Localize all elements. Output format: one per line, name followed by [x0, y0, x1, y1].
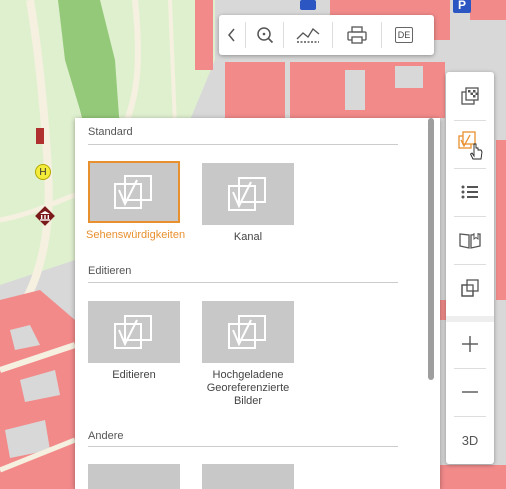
parking-marker-2[interactable] [300, 0, 316, 10]
language-button[interactable]: DE [382, 15, 426, 55]
basemap-panel: Standard Sehenswürdigkeiten Kanal Editie… [75, 118, 440, 489]
basemap-tile-sehenswuerdigkeiten[interactable]: Sehenswürdigkeiten [86, 161, 186, 242]
basemap-check-icon [114, 175, 152, 209]
basemap-tile-label: Hochgeladene Georeferenzierte Bilder [206, 369, 290, 407]
museum-icon [35, 206, 55, 226]
zoom-to-button[interactable] [246, 15, 283, 55]
helipad-marker[interactable]: H [35, 164, 51, 180]
minus-icon [462, 391, 478, 393]
basemap-tile-editieren[interactable]: Editieren [86, 301, 182, 382]
manual-button[interactable] [446, 218, 494, 262]
book-icon [459, 233, 481, 249]
toolbar-divider [454, 264, 486, 265]
basemap-tile-partial[interactable] [202, 464, 294, 489]
right-toolbar: 3D [446, 72, 494, 464]
toolbar-divider [454, 120, 486, 121]
section-title-andere: Andere [88, 430, 124, 442]
basemap-tile-georeferenzierte-bilder[interactable]: Hochgeladene Georeferenzierte Bilder [200, 301, 296, 408]
section-divider [88, 446, 398, 447]
section-title-standard: Standard [88, 126, 133, 138]
profile-chart-icon [296, 28, 320, 43]
language-badge: DE [394, 27, 414, 43]
top-toolbar: DE [219, 15, 434, 55]
panel-scrollbar[interactable] [428, 118, 434, 380]
compare-button[interactable] [446, 266, 494, 310]
section-divider [88, 282, 398, 283]
section-title-editieren: Editieren [88, 265, 132, 277]
basemap-thumbnail [202, 301, 294, 363]
basemap-thumbnail [88, 161, 180, 223]
basemap-tile-partial[interactable] [88, 464, 180, 489]
layers-checker-icon [461, 87, 479, 105]
basemap-thumbnail [202, 163, 294, 225]
zoom-out-button[interactable] [446, 370, 494, 414]
zoom-icon [256, 27, 273, 44]
toolbar-divider [454, 368, 486, 369]
basemap-tile-label: Editieren [112, 369, 156, 381]
toolbar-divider [454, 168, 486, 169]
legend-button[interactable] [446, 170, 494, 214]
list-icon [461, 185, 478, 199]
basemap-button[interactable] [446, 122, 494, 166]
elevation-profile-button[interactable] [284, 15, 332, 55]
basemap-check-icon [228, 177, 266, 211]
plus-icon [462, 336, 478, 352]
chevron-left-icon [228, 28, 235, 42]
toolbar-divider [454, 216, 486, 217]
print-button[interactable] [333, 15, 381, 55]
overlays-button[interactable] [446, 74, 494, 118]
basemap-check-icon [458, 131, 483, 160]
parking-marker[interactable]: P [453, 0, 471, 13]
toolbar-divider [454, 416, 486, 417]
museum-marker[interactable] [34, 205, 56, 227]
basemap-check-icon [228, 315, 266, 349]
basemap-tile-label: Sehenswürdigkeiten [86, 229, 186, 241]
parking-label: P [457, 0, 466, 12]
helipad-label: H [39, 166, 47, 178]
basemap-thumbnail [88, 301, 180, 363]
stacked-windows-icon [461, 279, 479, 297]
basemap-check-icon [114, 315, 152, 349]
3d-label: 3D [461, 432, 479, 448]
toggle-3d-button[interactable]: 3D [446, 418, 494, 462]
basemap-tile-label: Kanal [233, 231, 263, 243]
section-divider [88, 144, 398, 145]
printer-icon [347, 26, 367, 44]
zoom-in-button[interactable] [446, 322, 494, 366]
collapse-toolbar-button[interactable] [219, 15, 245, 55]
basemap-tile-kanal[interactable]: Kanal [200, 163, 296, 244]
